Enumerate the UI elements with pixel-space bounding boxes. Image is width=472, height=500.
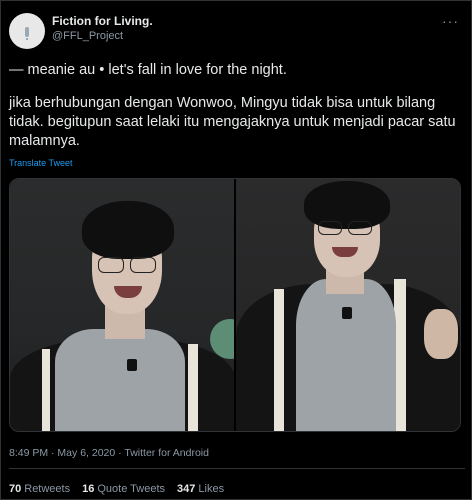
media-photo-1[interactable] (10, 179, 234, 431)
likes-label: Likes (198, 483, 225, 495)
divider (9, 468, 465, 469)
glasses-lens (348, 221, 372, 235)
raised-hand (424, 309, 458, 359)
lapel-mic (342, 307, 352, 319)
glasses-lens (130, 257, 156, 273)
glasses-lens (318, 221, 342, 235)
shirt (55, 329, 185, 431)
tweet-header: Fiction for Living. @FFL_Project ··· (9, 11, 465, 51)
author-handle[interactable]: @FFL_Project (52, 30, 123, 42)
retweets-count: 70 (9, 483, 22, 495)
avatar-glyph (25, 27, 29, 37)
cardigan-stripe (274, 289, 284, 431)
tweet-card: Fiction for Living. @FFL_Project ··· — m… (0, 0, 472, 500)
likes-stat[interactable]: 347 Likes (177, 483, 224, 495)
likes-count: 347 (177, 483, 196, 495)
retweets-stat[interactable]: 70 Retweets (9, 483, 70, 495)
cardigan-stripe (42, 349, 50, 431)
hair (82, 201, 174, 259)
quote-tweets-stat[interactable]: 16 Quote Tweets (82, 483, 165, 495)
quote-tweets-label: Quote Tweets (97, 483, 166, 495)
hair (304, 181, 390, 229)
shirt (296, 279, 396, 431)
retweets-label: Retweets (24, 483, 71, 495)
tweet-stats: 70 Retweets 16 Quote Tweets 347 Likes (9, 483, 224, 495)
avatar-glyph-dot (26, 38, 28, 40)
translate-tweet-link[interactable]: Translate Tweet (9, 158, 73, 168)
quote-tweets-count: 16 (82, 483, 95, 495)
avatar[interactable] (9, 13, 45, 49)
cardigan-stripe (188, 344, 198, 431)
tweet-text: — meanie au • let's fall in love for the… (9, 61, 465, 151)
tweet-text-line: — meanie au • let's fall in love for the… (9, 62, 287, 78)
lapel-mic (127, 359, 137, 371)
tweet-timestamp[interactable]: 8:49 PM · May 6, 2020 · Twitter for Andr… (9, 447, 209, 459)
tweet-media (9, 178, 461, 432)
media-photo-2[interactable] (236, 179, 460, 431)
author-display-name[interactable]: Fiction for Living. (52, 14, 153, 28)
tweet-text-paragraph: jika berhubungan dengan Wonwoo, Mingyu t… (9, 95, 456, 149)
more-icon[interactable]: ··· (442, 13, 459, 29)
glasses-lens (98, 257, 124, 273)
